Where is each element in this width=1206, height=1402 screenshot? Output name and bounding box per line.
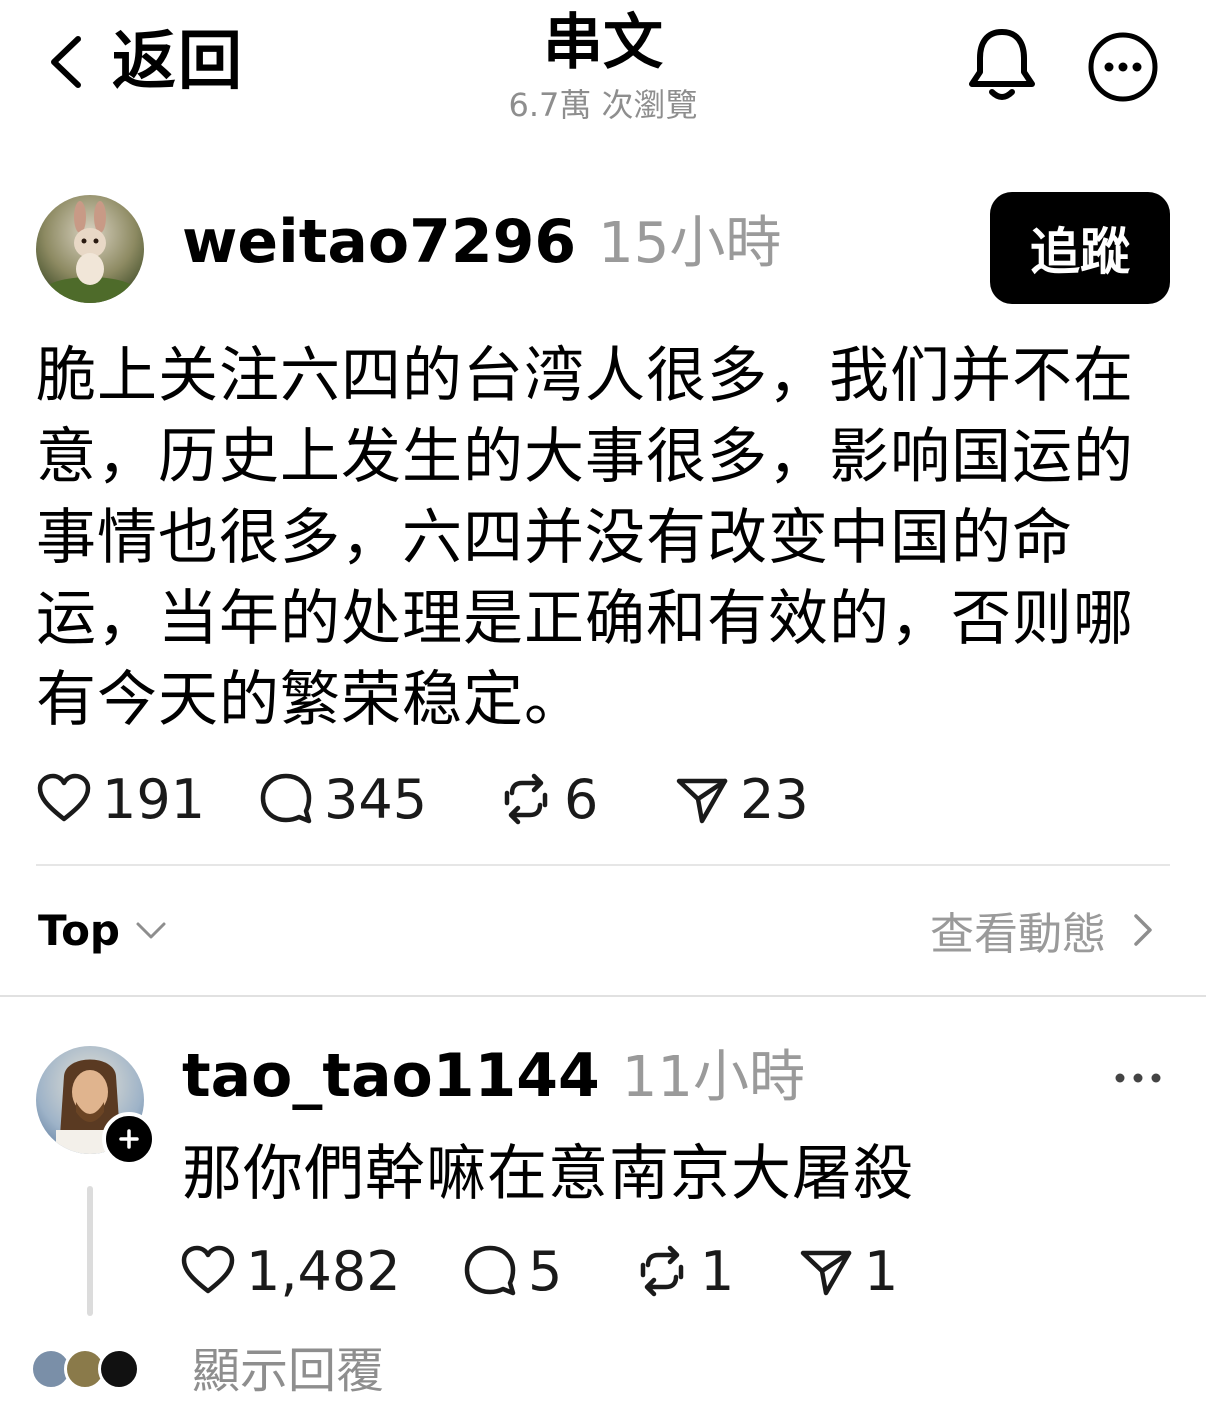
heart-icon	[181, 1245, 235, 1294]
comment-button[interactable]: 345	[258, 768, 498, 831]
like-button[interactable]: 191	[36, 768, 258, 831]
reply-username[interactable]: tao_tao1144	[182, 1046, 600, 1106]
comment-count: 345	[324, 767, 428, 831]
reply-timestamp: 11小時	[621, 1045, 806, 1110]
repost-count: 6	[564, 767, 599, 831]
like-count: 191	[102, 767, 206, 831]
reply-author-row: tao_tao1144 11小時	[182, 1046, 805, 1116]
send-icon	[800, 1250, 852, 1296]
reply-comment-count: 5	[528, 1239, 563, 1303]
reply-comment-button[interactable]: 5	[462, 1240, 634, 1303]
comment-icon	[260, 773, 312, 824]
replier-avatars[interactable]	[30, 1348, 140, 1390]
view-activity-label: 查看動態	[930, 909, 1106, 960]
reply-more-button[interactable]	[1110, 1060, 1166, 1096]
chevron-right-icon	[1134, 914, 1152, 946]
show-replies-link[interactable]: 顯示回覆	[192, 1340, 384, 1402]
follow-button[interactable]: 追蹤	[990, 192, 1170, 304]
sort-dropdown[interactable]: Top	[38, 900, 168, 960]
post-timestamp: 15小時	[598, 211, 782, 276]
reply-share-button[interactable]: 1	[798, 1240, 898, 1303]
reply-actions: 1,482 5 1 1	[180, 1236, 898, 1306]
share-button[interactable]: 23	[674, 768, 809, 831]
more-options-button[interactable]	[1086, 30, 1160, 104]
repost-button[interactable]: 6	[498, 768, 674, 831]
heart-icon	[37, 773, 91, 822]
reply-repost-count: 1	[700, 1239, 735, 1303]
more-circle-icon	[1088, 32, 1158, 102]
thread-line	[87, 1186, 93, 1316]
share-count: 23	[740, 767, 809, 831]
reply-repost-button[interactable]: 1	[634, 1240, 798, 1303]
ellipsis-icon	[1115, 1073, 1161, 1083]
notification-button[interactable]	[964, 24, 1040, 104]
author-avatar[interactable]	[36, 195, 144, 303]
reply-share-count: 1	[864, 1239, 899, 1303]
reply-like-button[interactable]: 1,482	[180, 1240, 462, 1303]
sort-label: Top	[38, 905, 120, 955]
post-text: 脆上关注六四的台湾人很多，我们并不在意，历史上发生的大事很多，影响国运的事情也很…	[36, 341, 1134, 735]
post-username[interactable]: weitao7296	[182, 212, 576, 272]
reply-like-count: 1,482	[246, 1239, 401, 1303]
repost-icon	[640, 1245, 684, 1297]
post-actions: 191 345 6 23	[36, 764, 809, 834]
view-activity-link[interactable]: 查看動態	[930, 900, 1158, 960]
post-author-row: weitao7296 15小時	[182, 212, 781, 288]
section-divider	[0, 995, 1206, 997]
repost-icon	[504, 773, 548, 825]
reply-text: 那你們幹嘛在意南京大屠殺	[182, 1139, 914, 1209]
plus-icon	[119, 1129, 139, 1149]
chevron-down-icon	[136, 922, 166, 939]
divider	[36, 864, 1170, 866]
send-icon	[676, 778, 728, 824]
follow-plus-badge[interactable]	[102, 1112, 156, 1166]
comment-icon	[464, 1245, 516, 1296]
bell-icon	[969, 29, 1035, 100]
